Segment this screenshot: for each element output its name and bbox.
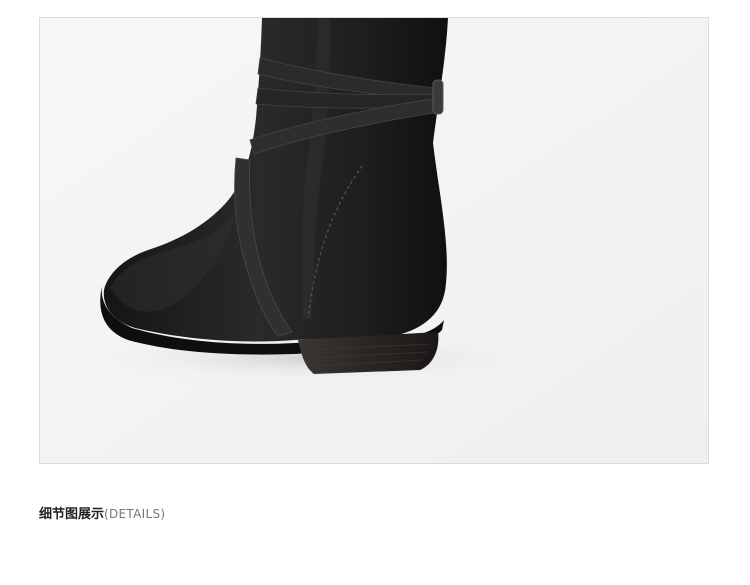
section-caption: 细节图展示(DETAILS) <box>39 503 165 523</box>
product-image-frame <box>39 17 709 464</box>
caption-title: 细节图展示 <box>39 507 105 522</box>
caption-subtitle: (DETAILS) <box>104 507 166 521</box>
boot-photo <box>40 18 708 463</box>
strap-buckle <box>432 79 444 115</box>
